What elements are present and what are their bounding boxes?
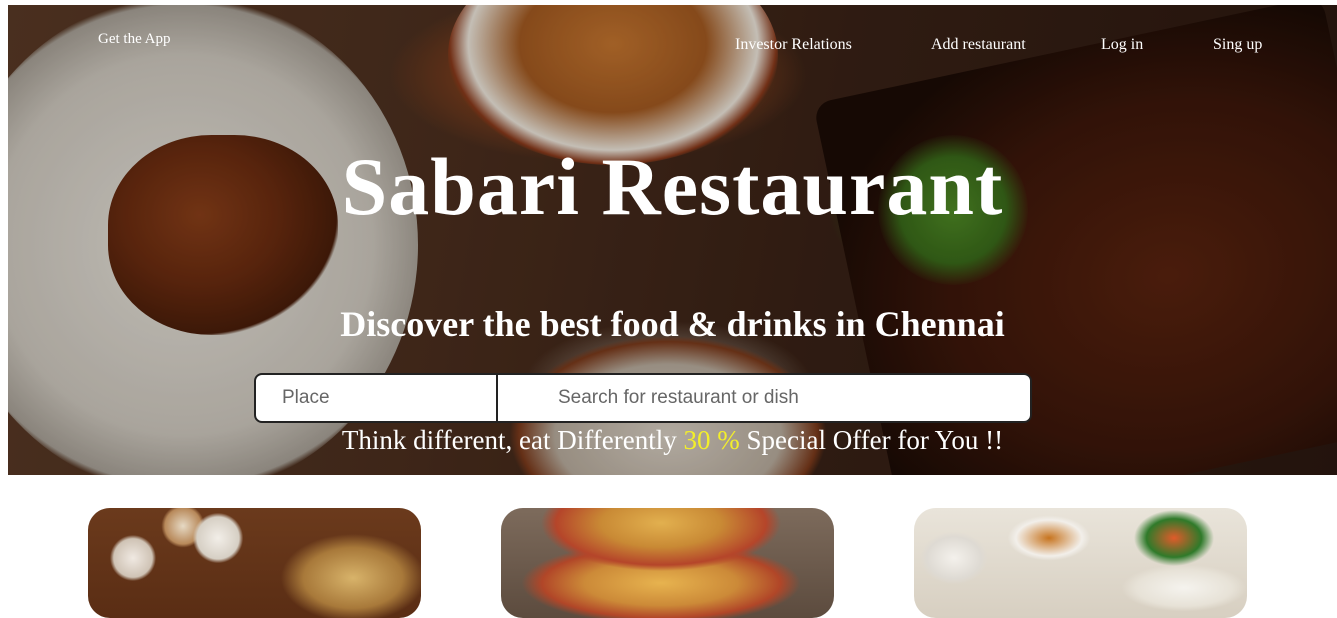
search-bar	[254, 373, 1032, 423]
offer-banner: Think different, eat Differently 30 % Sp…	[8, 425, 1337, 456]
page-title: Sabari Restaurant	[341, 141, 1004, 232]
nav-investor-relations[interactable]: Investor Relations	[735, 36, 852, 54]
offer-percentage: 30 %	[683, 425, 740, 455]
hero-banner: Get the App Investor Relations Add resta…	[8, 5, 1337, 475]
place-input[interactable]	[256, 375, 498, 421]
food-card-biryani[interactable]	[88, 508, 421, 618]
nav-log-in[interactable]: Log in	[1101, 36, 1143, 54]
get-the-app-link[interactable]: Get the App	[98, 31, 171, 48]
nav-add-restaurant[interactable]: Add restaurant	[931, 36, 1026, 54]
offer-text-after: Special Offer for You !!	[739, 425, 1004, 455]
nav-sign-up[interactable]: Sing up	[1213, 36, 1262, 54]
restaurant-dish-search-input[interactable]	[498, 375, 1030, 421]
food-card-idli[interactable]	[914, 508, 1247, 618]
food-card-pizza[interactable]	[501, 508, 834, 618]
offer-text-before: Think different, eat Differently	[341, 425, 684, 455]
hero-subtitle: Discover the best food & drinks in Chenn…	[340, 304, 1005, 344]
